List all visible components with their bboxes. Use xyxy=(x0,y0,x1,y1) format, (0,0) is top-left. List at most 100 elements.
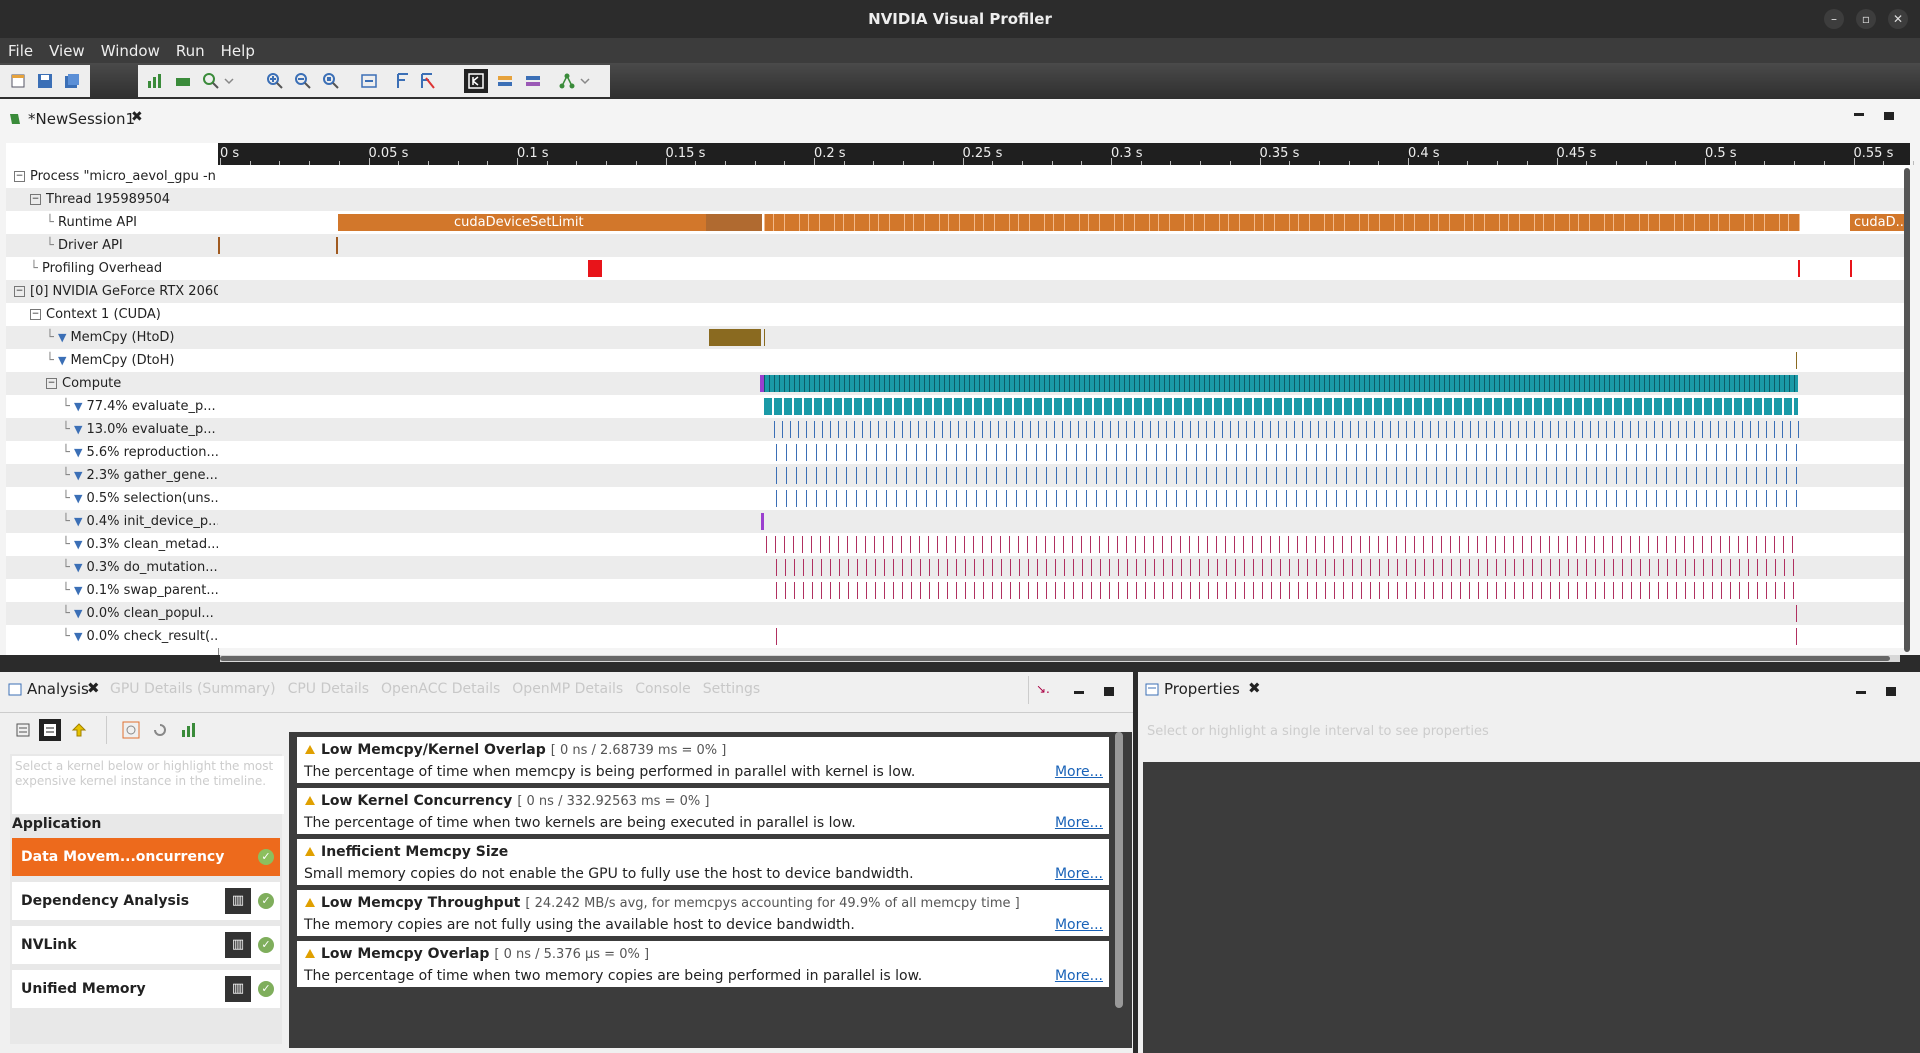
kernel-bar[interactable] xyxy=(1009,536,1010,553)
kernel-bar[interactable] xyxy=(785,559,786,576)
kernel-bar[interactable] xyxy=(1546,467,1547,484)
api-call-divider[interactable] xyxy=(1589,214,1590,231)
kernel-bar[interactable] xyxy=(1603,536,1604,553)
kernel-divider[interactable] xyxy=(1384,375,1385,392)
kernel-bar[interactable] xyxy=(1496,490,1497,507)
kernel-bar[interactable] xyxy=(846,490,847,507)
api-call-divider[interactable] xyxy=(994,214,995,231)
kernel-divider[interactable] xyxy=(1394,375,1395,392)
kernel-bar[interactable] xyxy=(1415,582,1416,599)
kernel-bar[interactable] xyxy=(1766,444,1767,461)
compute-bar[interactable] xyxy=(764,375,1798,392)
kernel-bar[interactable] xyxy=(1006,467,1007,484)
kernel-bar[interactable] xyxy=(812,559,813,576)
kernel-bar[interactable] xyxy=(1566,444,1567,461)
kernel-bar[interactable] xyxy=(1326,490,1327,507)
kernel-bar[interactable] xyxy=(1676,444,1677,461)
kernel-gap[interactable] xyxy=(1342,398,1344,415)
analysis-result-item[interactable]: Inefficient Memcpy Size Small memory copi… xyxy=(297,839,1109,885)
api-call-divider[interactable] xyxy=(1764,214,1765,231)
kernel-bar[interactable] xyxy=(1116,467,1117,484)
kernel-bar[interactable] xyxy=(776,444,777,461)
kernel-bar[interactable] xyxy=(826,467,827,484)
kernel-bar[interactable] xyxy=(1253,559,1254,576)
kernel-bar[interactable] xyxy=(1656,467,1657,484)
kernel-bar[interactable] xyxy=(1450,536,1451,553)
kernel-bar[interactable] xyxy=(1667,559,1668,576)
kernel-bar[interactable] xyxy=(946,467,947,484)
kernel-bar[interactable] xyxy=(1356,444,1357,461)
kernel-bar[interactable] xyxy=(886,467,887,484)
kernel-bar[interactable] xyxy=(1406,559,1407,576)
menu-window[interactable]: Window xyxy=(93,38,168,60)
kernel-bar[interactable] xyxy=(1036,444,1037,461)
more-link[interactable]: More... xyxy=(1055,815,1103,831)
kernel-bar[interactable] xyxy=(1786,490,1787,507)
kernel-bar[interactable] xyxy=(878,421,879,438)
kernel-divider[interactable] xyxy=(989,375,990,392)
kernel-bar[interactable] xyxy=(1612,536,1613,553)
kernel-divider[interactable] xyxy=(1659,375,1660,392)
kernel-bar[interactable] xyxy=(1495,536,1496,553)
kernel-bar[interactable] xyxy=(916,444,917,461)
kernel-bar[interactable] xyxy=(1510,421,1511,438)
api-call-divider[interactable] xyxy=(819,214,820,231)
kernel-bar[interactable] xyxy=(1606,421,1607,438)
kernel-bar[interactable] xyxy=(1456,467,1457,484)
kernel-divider[interactable] xyxy=(1754,375,1755,392)
kernel-divider[interactable] xyxy=(1134,375,1135,392)
kernel-bar[interactable] xyxy=(1244,559,1245,576)
kernel-bar[interactable] xyxy=(1045,536,1046,553)
kernel-bar[interactable] xyxy=(1294,421,1295,438)
api-call-divider[interactable] xyxy=(773,214,774,231)
kernel-gap[interactable] xyxy=(952,398,954,415)
kernel-bar[interactable] xyxy=(1055,582,1056,599)
kernel-divider[interactable] xyxy=(1179,375,1180,392)
kernel-bar[interactable] xyxy=(1398,421,1399,438)
kernel-bar[interactable] xyxy=(1784,559,1785,576)
kernel-bar[interactable] xyxy=(1487,582,1488,599)
kernel-bar[interactable] xyxy=(974,421,975,438)
kernel-bar[interactable] xyxy=(929,559,930,576)
kernel-bar[interactable] xyxy=(1006,421,1007,438)
kernel-bar[interactable] xyxy=(1246,421,1247,438)
kernel-bar[interactable] xyxy=(785,582,786,599)
kernel-divider[interactable] xyxy=(1729,375,1730,392)
kernel-bar[interactable] xyxy=(1757,582,1758,599)
kernel-bar[interactable] xyxy=(1026,444,1027,461)
kernel-bar[interactable] xyxy=(1522,536,1523,553)
kernel-bar[interactable] xyxy=(1001,582,1002,599)
kernel-bar[interactable] xyxy=(1289,559,1290,576)
kernel-bar[interactable] xyxy=(826,490,827,507)
kernel-bar[interactable] xyxy=(1118,582,1119,599)
analysis-result-item[interactable]: Low Memcpy Overlap [ 0 ns / 5.376 μs = 0%… xyxy=(297,941,1109,987)
kernel-bar[interactable] xyxy=(1614,421,1615,438)
kernel-divider[interactable] xyxy=(929,375,930,392)
kernel-bar[interactable] xyxy=(992,582,993,599)
kernel-bar[interactable] xyxy=(1476,467,1477,484)
zoom-out-icon[interactable] xyxy=(294,72,312,90)
kernel-bar[interactable] xyxy=(1782,421,1783,438)
kernel-bar[interactable] xyxy=(1376,467,1377,484)
kernel-divider[interactable] xyxy=(1519,375,1520,392)
kernel-bar[interactable] xyxy=(1616,444,1617,461)
kernel-bar[interactable] xyxy=(1506,467,1507,484)
kernel-bar[interactable] xyxy=(1730,582,1731,599)
kernel-bar[interactable] xyxy=(1226,559,1227,576)
kernel-bar[interactable] xyxy=(1459,536,1460,553)
kernel-bar[interactable] xyxy=(1513,536,1514,553)
api-call-divider[interactable] xyxy=(1709,214,1710,231)
kernel-bar[interactable] xyxy=(1226,444,1227,461)
kernel-bar[interactable] xyxy=(911,559,912,576)
kernel-bar[interactable] xyxy=(1336,444,1337,461)
kernel-divider[interactable] xyxy=(1419,375,1420,392)
kernel-bar[interactable] xyxy=(1446,467,1447,484)
kernel-bar[interactable] xyxy=(1037,559,1038,576)
kernel-bar[interactable] xyxy=(854,421,855,438)
kernel-gap[interactable] xyxy=(1502,398,1504,415)
kernel-bar[interactable] xyxy=(1496,467,1497,484)
kernel-divider[interactable] xyxy=(1239,375,1240,392)
kernel-gap[interactable] xyxy=(852,398,854,415)
kernel-bar[interactable] xyxy=(1266,467,1267,484)
kernel-bar[interactable] xyxy=(1496,444,1497,461)
